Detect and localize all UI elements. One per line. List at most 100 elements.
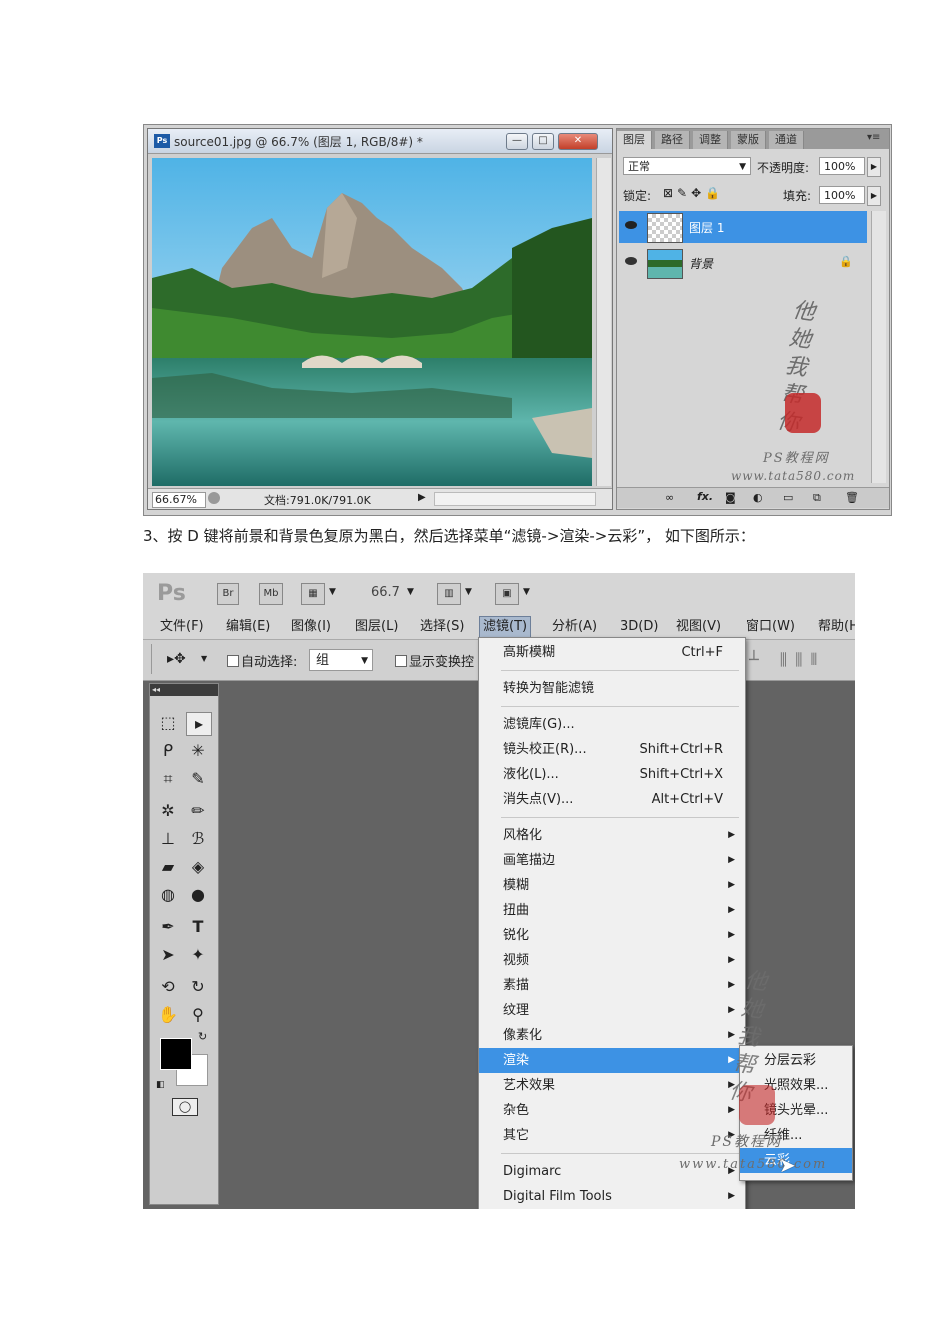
menu-image[interactable]: 图像(I) [288,617,334,637]
close-button[interactable]: ✕ [558,133,598,150]
chevron-down-icon[interactable]: ▼ [465,587,472,597]
tab-channels[interactable]: 通道 [769,131,804,149]
menu-edit[interactable]: 编辑(E) [223,617,273,637]
zoom-field[interactable]: 66.67% [152,492,206,508]
move-tool-icon[interactable]: ▸ [186,712,212,736]
maximize-button[interactable]: □ [532,133,554,150]
filter-menu-item[interactable]: 消失点(V)... Alt+Ctrl+V [479,787,745,812]
bridge-button[interactable]: Br [217,583,239,605]
zoom-tool-icon[interactable]: ⚲ [186,1004,210,1026]
lasso-tool-icon[interactable]: ᑭ [156,740,180,762]
filter-menu-item[interactable]: 滤镜库(G)... [479,712,745,737]
panel-menu-icon[interactable]: ▾≡ [867,132,880,143]
layer-row-layer1[interactable]: 图层 1 [619,211,867,243]
path-selection-tool-icon[interactable]: ➤ [156,944,180,966]
chevron-down-icon[interactable]: ▼ [407,587,414,597]
foreground-color-swatch[interactable] [160,1038,192,1070]
filter-menu-item[interactable]: 渲染 ▶ [479,1048,745,1073]
collapse-icon[interactable]: ◂◂ [150,684,218,696]
layer-row-background[interactable]: 背景 🔒 [619,247,867,279]
menu-layer[interactable]: 图层(L) [352,617,401,637]
tab-layers[interactable]: 图层 [617,131,652,149]
auto-select-checkbox[interactable] [227,655,239,667]
new-layer-icon[interactable]: ⧉ [813,491,821,505]
zoom-level[interactable]: 66.7 [371,585,400,600]
minimize-button[interactable]: — [506,133,528,150]
filter-menu-item[interactable]: 锐化 ▶ [479,923,745,948]
align-icons[interactable]: ┴ ⫼⫼⫴ [749,650,825,670]
arrange-documents-button[interactable]: ▥ [437,583,461,605]
hand-tool-icon[interactable]: ✋ [156,1004,180,1026]
brush-tool-icon[interactable]: ✏ [186,800,210,822]
play-arrow-icon[interactable]: ▶ [418,492,426,503]
dodge-tool-icon[interactable]: ● [186,884,210,906]
magic-wand-tool-icon[interactable]: ✳ [186,740,210,762]
filter-menu-item[interactable]: 素描 ▶ [479,973,745,998]
adjustment-icon[interactable]: ◐ [753,491,763,504]
opacity-field[interactable]: 100% [819,157,865,175]
chevron-down-icon[interactable]: ▼ [523,587,530,597]
lock-icons[interactable]: ⊠✎✥🔒 [663,186,724,200]
filter-menu-item[interactable]: 液化(L)... Shift+Ctrl+X [479,762,745,787]
image-canvas[interactable] [152,158,592,486]
menu-file[interactable]: 文件(F) [157,617,207,637]
quick-mask-button[interactable]: ◯ [172,1098,198,1116]
filter-menu-item[interactable]: 扭曲 ▶ [479,898,745,923]
menu-3d[interactable]: 3D(D) [617,617,661,637]
filter-menu-item[interactable]: Digital Film Tools ▶ [479,1184,745,1209]
shape-tool-icon[interactable]: ✦ [186,944,210,966]
swap-colors-icon[interactable]: ↻ [198,1030,207,1043]
3d-orbit-tool-icon[interactable]: ↻ [186,976,210,998]
filter-menu-item[interactable]: 高斯模糊 Ctrl+F [479,640,745,665]
filter-menu-item[interactable]: 其它 ▶ [479,1123,745,1148]
3d-rotate-tool-icon[interactable]: ⟲ [156,976,180,998]
folder-icon[interactable]: ▭ [783,491,793,504]
menu-view[interactable]: 视图(V) [673,617,724,637]
fx-icon[interactable]: fx. [697,490,713,503]
fill-field[interactable]: 100% [819,186,865,204]
menu-help[interactable]: 帮助(H [815,617,855,637]
show-transform-checkbox[interactable] [395,655,407,667]
filter-menu-item[interactable]: 模糊 ▶ [479,873,745,898]
menu-window[interactable]: 窗口(W) [743,617,798,637]
chevron-down-icon[interactable]: ▼ [201,654,207,663]
menu-analysis[interactable]: 分析(A) [549,617,600,637]
auto-select-dropdown[interactable]: 组 ▼ [309,649,373,671]
crop-tool-icon[interactable]: ⌗ [156,768,180,790]
layers-scrollbar[interactable] [871,211,886,483]
opacity-slider-button[interactable]: ▶ [867,157,881,177]
move-tool-icon[interactable]: ▸✥ [167,651,186,667]
filter-menu-item[interactable]: 像素化 ▶ [479,1023,745,1048]
trash-icon[interactable]: 🗑 [845,491,859,504]
filter-menu-item[interactable]: 纹理 ▶ [479,998,745,1023]
eye-icon[interactable] [625,221,637,229]
paint-bucket-tool-icon[interactable]: ◈ [186,856,210,878]
filter-menu-item[interactable]: 画笔描边 ▶ [479,848,745,873]
history-brush-tool-icon[interactable]: ℬ [186,828,210,850]
mini-bridge-button[interactable]: Mb [259,583,283,605]
blend-mode-select[interactable]: 正常 ▼ [623,157,751,175]
view-extras-button[interactable]: ▦ [301,583,325,605]
menu-filter[interactable]: 滤镜(T) [479,616,532,638]
eyedropper-tool-icon[interactable]: ✎ [186,768,210,790]
eye-icon[interactable] [625,257,637,265]
filter-menu-item[interactable]: 视频 ▶ [479,948,745,973]
marquee-tool-icon[interactable]: ⬚ [156,712,180,734]
info-icon[interactable] [208,492,220,504]
menu-select[interactable]: 选择(S) [417,617,467,637]
vertical-scrollbar[interactable] [596,158,611,486]
document-titlebar[interactable]: Ps source01.jpg @ 66.7% (图层 1, RGB/8#) *… [148,129,612,154]
tab-masks[interactable]: 蒙版 [731,131,766,149]
default-colors-icon[interactable]: ◧ [156,1080,165,1090]
tab-paths[interactable]: 路径 [655,131,690,149]
filter-menu-item[interactable]: 杂色 ▶ [479,1098,745,1123]
filter-menu-item[interactable]: 转换为智能滤镜 [479,676,745,701]
healing-brush-tool-icon[interactable]: ✲ [156,800,180,822]
mask-icon[interactable]: ◙ [725,491,736,504]
clone-stamp-tool-icon[interactable]: ⊥ [156,828,180,850]
fill-slider-button[interactable]: ▶ [867,186,881,206]
screen-mode-button[interactable]: ▣ [495,583,519,605]
tab-adjustments[interactable]: 调整 [693,131,728,149]
horizontal-scrollbar[interactable] [434,492,596,506]
filter-menu-item[interactable]: 艺术效果 ▶ [479,1073,745,1098]
